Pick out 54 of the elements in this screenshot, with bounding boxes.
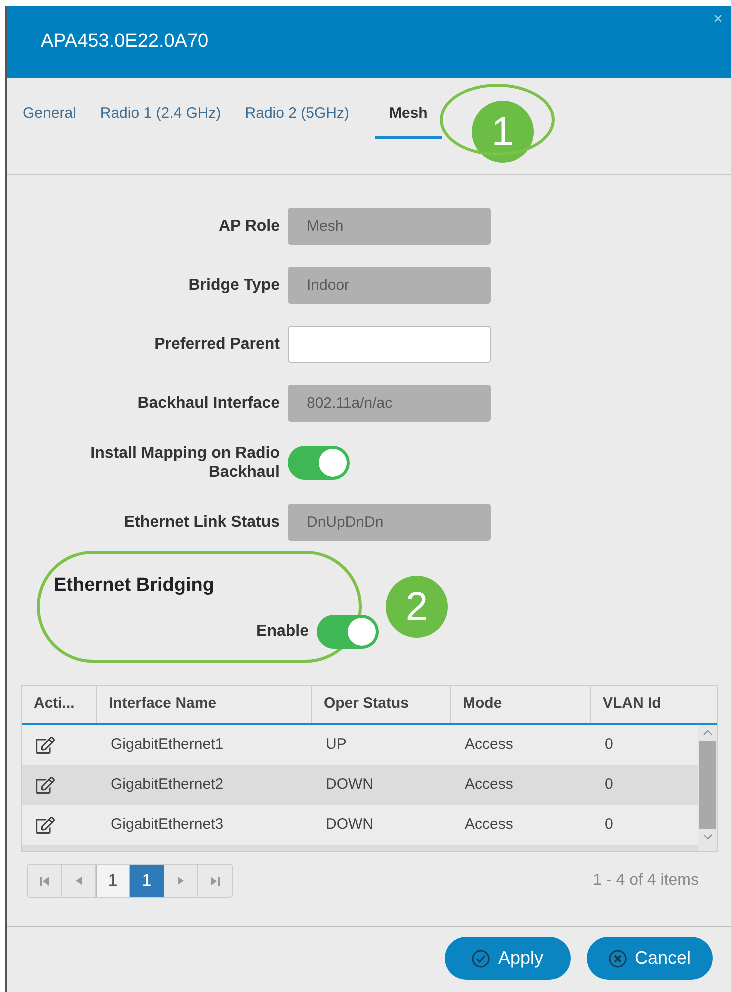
table-cell: DOWN [326,816,374,833]
section-heading: Ethernet Bridging [54,574,214,598]
table-cell: 0 [605,816,614,833]
dialog-title: APA453.0E22.0A70 [41,30,209,54]
close-circle-icon [608,950,627,968]
tab[interactable]: Radio 1 (2.4 GHz) [96,103,226,138]
field-label: AP Role [218,217,280,236]
column-header: VLAN Id [602,694,662,714]
table-cell: 0 [605,776,614,793]
column-header: Interface Name [97,686,312,723]
table-cell: Access [465,736,514,753]
toggle-label: Enable [256,622,309,642]
field-label: Preferred Parent [154,335,280,354]
edit-icon[interactable] [36,816,55,834]
previous-page-icon [76,877,82,885]
edit-icon[interactable] [36,776,55,794]
first-page-icon [40,876,49,886]
table-cell: GigabitEthernet3 [111,816,224,833]
table-cell: UP [326,736,347,753]
apply-button[interactable]: Apply [445,937,571,980]
tab[interactable]: General [19,103,80,138]
close-button[interactable]: × [714,12,723,28]
last-page-icon [210,876,220,886]
toggle-switch[interactable] [317,614,379,648]
field-label: Backhaul Interface [136,394,280,413]
callout-number: 1 [472,101,534,163]
table-cell: Access [465,816,514,833]
callout-number: 2 [386,576,448,638]
table-cell: 0 [605,736,614,753]
column-header: Acti... [22,686,97,723]
scroll-up-icon[interactable] [702,730,712,736]
scroll-thumb[interactable] [699,741,716,829]
page-button[interactable]: 1 [96,865,130,897]
table-cell: GigabitEthernet1 [111,736,224,753]
check-circle-icon [472,950,490,968]
toggle-switch[interactable] [288,446,350,480]
scroll-down-icon[interactable] [702,834,712,840]
column-header: Mode [451,686,591,723]
page-button[interactable]: 1 [130,865,164,897]
column-header: Oper Status [312,686,451,723]
tab[interactable]: Radio 2 (5GHz) [241,103,354,138]
table-cell: Access [465,776,514,793]
next-page-icon [178,877,184,885]
field-label: Install Mapping on Radio Backhaul [90,444,280,482]
table-cell: DOWN [326,776,374,793]
field-label: Bridge Type [188,276,280,295]
edit-icon[interactable] [36,736,55,754]
field-label: Ethernet Link Status [123,513,280,532]
input-field[interactable] [288,326,491,363]
tab[interactable]: Mesh [375,103,442,138]
pager-summary: 1 - 4 of 4 items [593,871,699,891]
scrollbar[interactable] [698,725,717,851]
cancel-button[interactable]: Cancel [587,937,713,980]
table-cell: GigabitEthernet2 [111,776,224,793]
